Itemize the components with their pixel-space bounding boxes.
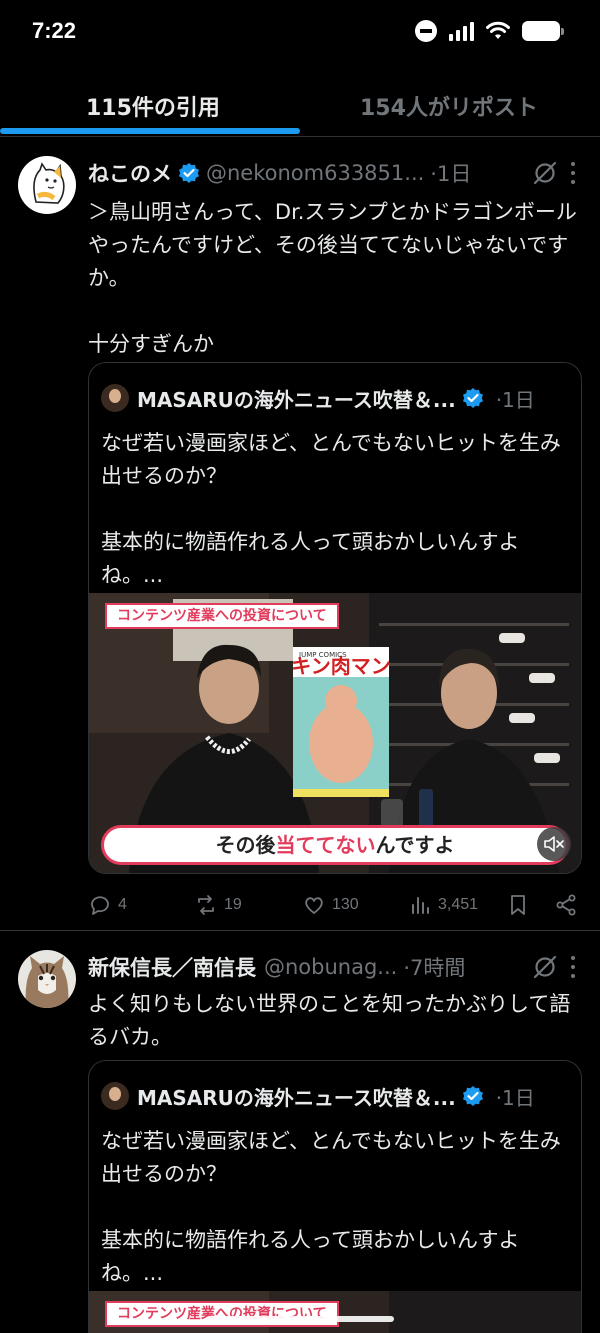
battery-icon: [522, 21, 564, 41]
do-not-disturb-icon: [415, 20, 437, 42]
verified-badge-icon: [179, 163, 199, 183]
more-options-icon[interactable]: [570, 956, 576, 978]
video-thumbnail[interactable]: キン肉マン JUMP COMICS コンテンツ産業への投資について その後当てて…: [89, 593, 581, 873]
status-icons: [415, 20, 564, 42]
reply-button[interactable]: 4: [88, 890, 127, 920]
status-bar: 7:22: [0, 0, 600, 64]
quoted-display-name: MASARUの海外ニュース吹替＆...: [137, 387, 456, 412]
caption-text: その後: [215, 833, 276, 857]
quoted-post-text: なぜ若い漫画家ほど、とんでもないヒットを生み出せるのか？ 基本的に物語作れる人っ…: [101, 1129, 561, 1285]
tab-quotes[interactable]: 115件の引用: [86, 90, 220, 122]
views-button[interactable]: 3,451: [408, 890, 478, 920]
timestamp: ·7時間: [403, 956, 466, 980]
heart-icon: [305, 897, 323, 914]
grok-icon[interactable]: [532, 160, 558, 186]
quoted-post-text: なぜ若い漫画家ほど、とんでもないヒットを生み出せるのか？ 基本的に物語作れる人っ…: [101, 431, 561, 587]
bookmark-icon: [511, 895, 525, 915]
post-text: よく知りもしない世界のことを知ったかぶりして語るバカ。: [88, 992, 571, 1049]
avatar[interactable]: [18, 950, 76, 1008]
quoted-post-header: MASARUの海外ニュース吹替＆... ·1日: [101, 383, 569, 413]
verified-badge-icon: [462, 388, 483, 408]
video-banner: コンテンツ産業への投資について: [105, 1301, 339, 1327]
post-actions: 4 19 130 3,451: [88, 890, 582, 920]
post[interactable]: ねこのメ @nekonom633851... ·1日 ＞鳥山明さんって、Dr.ス…: [0, 156, 600, 928]
post-divider: [0, 930, 600, 931]
video-caption: その後当ててないんですよ: [101, 825, 569, 865]
quoted-post-header: MASARUの海外ニュース吹替＆... ·1日: [101, 1081, 569, 1111]
quoted-post-card[interactable]: MASARUの海外ニュース吹替＆... ·1日 なぜ若い漫画家ほど、とんでもない…: [88, 1060, 582, 1333]
handle[interactable]: @nekonom633851...: [206, 161, 424, 185]
caption-highlight: 当ててない: [275, 833, 376, 857]
active-tab-indicator: [0, 128, 300, 134]
caption-text: んですよ: [375, 833, 455, 857]
video-thumbnail[interactable]: コンテンツ産業への投資について: [89, 1291, 581, 1333]
video-banner: コンテンツ産業への投資について: [105, 603, 339, 629]
repost-button[interactable]: 19: [194, 890, 242, 920]
timestamp: ·1日: [430, 162, 472, 186]
home-indicator: [206, 1316, 394, 1322]
divider: [0, 136, 600, 137]
wifi-icon: [486, 21, 510, 39]
post-header: ねこのメ @nekonom633851... ·1日: [88, 156, 580, 190]
quoted-timestamp: ·1日: [495, 387, 535, 412]
like-button[interactable]: 130: [302, 890, 359, 920]
repost-icon: [198, 895, 214, 915]
verified-badge-icon: [462, 1086, 483, 1106]
share-icon: [556, 894, 576, 916]
quoted-avatar: [101, 1082, 129, 1110]
reply-count: 4: [118, 896, 127, 913]
display-name[interactable]: ねこのメ: [88, 158, 172, 188]
quoted-post-card[interactable]: MASARUの海外ニュース吹替＆... ·1日 なぜ若い漫画家ほど、とんでもない…: [88, 362, 582, 874]
quoted-display-name: MASARUの海外ニュース吹替＆...: [137, 1085, 456, 1110]
mute-button[interactable]: [537, 827, 571, 861]
status-time: 7:22: [32, 18, 77, 43]
share-button[interactable]: [554, 890, 578, 920]
post[interactable]: 新保信長／南信長 @nobunag... ·7時間 よく知りもしない世界のことを…: [0, 950, 600, 1333]
like-count: 130: [332, 896, 359, 913]
view-count: 3,451: [438, 896, 479, 913]
bookmark-button[interactable]: [506, 890, 530, 920]
post-text: ＞鳥山明さんって、Dr.スランプとかドラゴンボールやったんですけど、その後当てて…: [88, 200, 577, 356]
post-header: 新保信長／南信長 @nobunag... ·7時間: [88, 950, 580, 984]
avatar[interactable]: [18, 156, 76, 214]
views-chart-icon: [412, 897, 429, 914]
repost-count: 19: [224, 896, 242, 913]
reply-icon: [91, 896, 109, 915]
quoted-timestamp: ·1日: [495, 1085, 535, 1110]
muted-speaker-icon: [544, 836, 564, 852]
display-name[interactable]: 新保信長／南信長: [88, 952, 256, 982]
cellular-signal-icon: [449, 21, 474, 41]
tab-bar: 115件の引用 154人がリポスト: [0, 64, 600, 137]
more-options-icon[interactable]: [570, 162, 576, 184]
grok-icon[interactable]: [532, 954, 558, 980]
handle[interactable]: @nobunag...: [264, 955, 397, 979]
quoted-avatar: [101, 384, 129, 412]
manga-label: JUMP COMICS: [298, 651, 347, 659]
tab-reposts[interactable]: 154人がリポスト: [360, 90, 538, 122]
